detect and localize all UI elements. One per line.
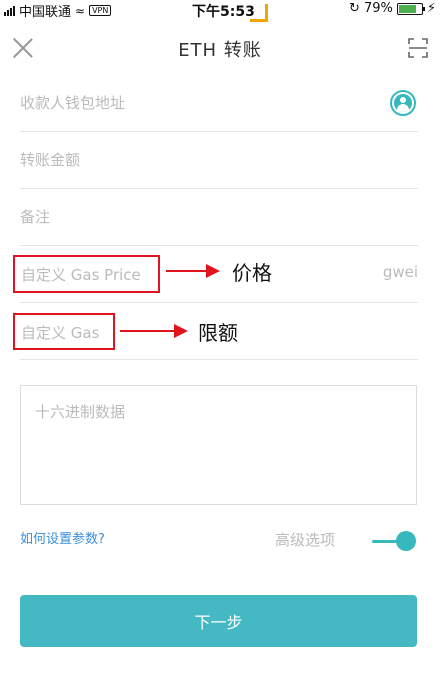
amount-placeholder: 转账金额 [20,151,81,169]
advanced-options-toggle[interactable] [372,530,418,552]
limit-annotation: 限额 [198,321,238,345]
help-link[interactable]: 如何设置参数? [20,528,105,547]
clock: 下午5:53 [192,4,255,20]
charging-icon: ⚡ [426,1,436,16]
limit-arrow [120,324,188,338]
gas-price-unit: gwei [382,263,418,281]
status-left: 中国联通 ≈ VPN [4,1,112,20]
recipient-field[interactable]: 收款人钱包地址 [20,74,418,132]
gas-limit-placeholder: 自定义 Gas [21,324,100,342]
wifi-icon: ≈ [75,3,86,18]
memo-placeholder: 备注 [20,208,51,226]
hex-data-textarea[interactable]: 十六进制数据 [20,385,417,505]
page-title: ETH 转账 [178,40,262,61]
recipient-placeholder: 收款人钱包地址 [20,94,126,112]
gas-limit-highlight: 自定义 Gas [13,313,115,350]
toggle-knob [396,531,416,551]
overlay-mark-icon [250,4,268,22]
header: ETH 转账 [0,26,440,70]
vpn-badge: VPN [89,5,112,16]
contacts-icon[interactable] [390,90,416,116]
orientation-lock-icon: ↻ [349,1,360,16]
status-bar: 中国联通 ≈ VPN 下午5:53 ↻ 79% ⚡ [0,0,440,22]
price-arrow [166,264,220,278]
price-annotation: 价格 [232,261,272,285]
amount-field[interactable]: 转账金额 [20,131,418,189]
hex-data-placeholder: 十六进制数据 [35,403,126,421]
carrier-name: 中国联通 [19,5,72,20]
next-button[interactable]: 下一步 [20,595,417,647]
battery-percent: 79% [363,1,393,16]
signal-icon [4,5,15,16]
battery-icon [396,2,425,15]
gas-price-highlight: 自定义 Gas Price [13,255,160,293]
screen: 中国联通 ≈ VPN 下午5:53 ↻ 79% ⚡ ETH 转账 收款人钱包地址… [0,0,440,693]
gas-price-placeholder: 自定义 Gas Price [21,266,141,284]
status-right: ↻ 79% ⚡ [349,1,436,16]
memo-field[interactable]: 备注 [20,188,418,246]
advanced-options-label: 高级选项 [275,531,336,549]
scan-icon[interactable] [408,38,428,58]
